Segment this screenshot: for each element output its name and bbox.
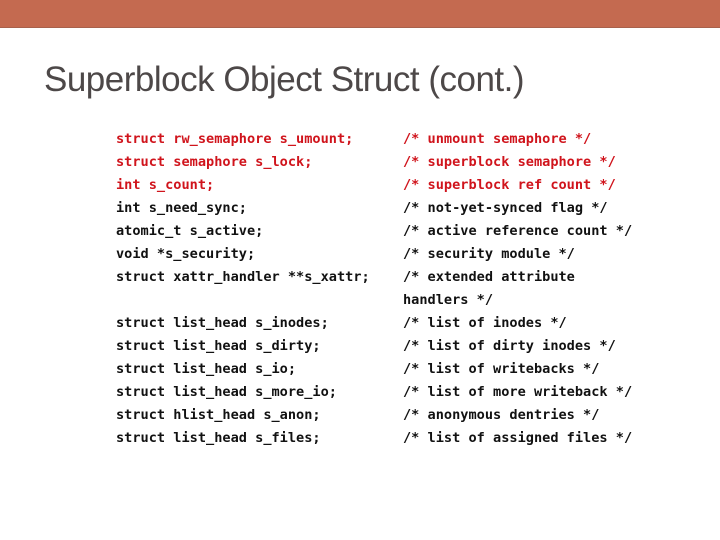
code-declaration: void *s_security; — [116, 246, 256, 262]
slide: Superblock Object Struct (cont.) struct … — [0, 0, 720, 540]
code-declaration: struct list_head s_inodes; — [116, 315, 329, 331]
code-declaration: struct semaphore s_lock; — [116, 154, 313, 170]
code-declaration: struct hlist_head s_anon; — [116, 407, 321, 423]
code-comment: /* security module */ — [403, 246, 575, 262]
code-comment: /* list of inodes */ — [403, 315, 567, 331]
code-comment: /* anonymous dentries */ — [403, 407, 600, 423]
code-comment: /* list of assigned files */ — [403, 430, 633, 446]
code-comment: handlers */ — [403, 292, 494, 308]
code-declaration: atomic_t s_active; — [116, 223, 264, 239]
code-declaration: struct list_head s_io; — [116, 361, 297, 377]
code-comment: /* active reference count */ — [403, 223, 633, 239]
code-comment: /* superblock semaphore */ — [403, 154, 616, 170]
code-declaration: struct list_head s_dirty; — [116, 338, 321, 354]
accent-bar — [0, 0, 720, 28]
code-declaration: struct xattr_handler **s_xattr; — [116, 269, 370, 285]
code-comment: /* unmount semaphore */ — [403, 131, 592, 147]
code-declaration: int s_need_sync; — [116, 200, 247, 216]
slide-title: Superblock Object Struct (cont.) — [44, 60, 525, 99]
code-comment: /* extended attribute — [403, 269, 575, 285]
code-comment: /* list of dirty inodes */ — [403, 338, 616, 354]
code-declaration: struct list_head s_more_io; — [116, 384, 337, 400]
code-declaration: int s_count; — [116, 177, 215, 193]
code-comment: /* list of more writeback */ — [403, 384, 633, 400]
code-comment: /* superblock ref count */ — [403, 177, 616, 193]
code-comment: /* not-yet-synced flag */ — [403, 200, 608, 216]
code-declaration: struct rw_semaphore s_umount; — [116, 131, 354, 147]
code-declaration: struct list_head s_files; — [116, 430, 321, 446]
code-comment: /* list of writebacks */ — [403, 361, 600, 377]
